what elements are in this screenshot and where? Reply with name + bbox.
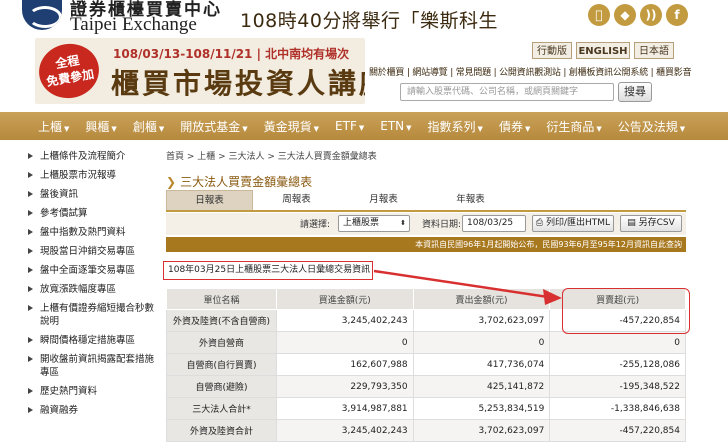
history-notice[interactable]: 本資訊自民國96年1月起開始公布，民國93年6月至95年12月資訊自此查詢 xyxy=(166,237,686,252)
sidebar-item[interactable]: 上櫃有價證券縮短撮合秒數說明 xyxy=(28,302,160,328)
table-row: 外資及陸資合計 3,245,402,243 3,702,623,097 -457… xyxy=(166,419,686,442)
buy-amount: 0 xyxy=(275,331,414,354)
date-input[interactable]: 108/03/25 xyxy=(462,215,526,232)
nav-bonds[interactable]: 債券 ▼ xyxy=(499,118,530,135)
sidebar-item[interactable]: 瞬間價格穩定措施專區 xyxy=(28,334,160,347)
mobile-version-link[interactable]: 行動版 xyxy=(532,42,572,59)
breadcrumb[interactable]: 首頁 > 上櫃 > 三大法人 > 三大法人買賣金額彙總表 xyxy=(166,149,377,162)
sidebar-item[interactable]: 開收盤前資訊揭露配套措施專區 xyxy=(28,353,160,379)
nav-derivatives[interactable]: 衍生商品 ▼ xyxy=(546,118,601,135)
sidebar-item[interactable]: 盤後資訊 xyxy=(28,188,160,201)
nav-regulations[interactable]: 公告及法規 ▼ xyxy=(618,118,685,135)
news-marquee[interactable]: 108時40分將舉行「樂斯科生 xyxy=(240,6,498,33)
tab-yearly[interactable]: 年報表 xyxy=(427,190,514,210)
sidebar-item[interactable]: 上櫃條件及流程簡介 xyxy=(28,150,160,163)
tab-monthly[interactable]: 月報表 xyxy=(340,190,427,210)
row-name: 三大法人合計* xyxy=(166,397,277,420)
english-link[interactable]: ENGLISH xyxy=(576,42,630,59)
row-name: 外資及陸資合計 xyxy=(166,419,277,442)
save-csv-button[interactable]: ▤ 另存CSV xyxy=(620,215,682,232)
market-select[interactable]: 上櫃股票 ⬍ xyxy=(338,215,410,232)
sidebar-item[interactable]: 融資融券 xyxy=(28,404,160,417)
sidebar-item[interactable]: 放寬漲跌幅度專區 xyxy=(28,283,160,296)
nav-etf[interactable]: ETF ▼ xyxy=(335,119,364,133)
net-highlight-box xyxy=(562,288,690,334)
date-label: 資料日期: xyxy=(422,220,462,230)
net-amount: -457,220,854 xyxy=(549,419,686,442)
facebook-icon[interactable]: f xyxy=(666,4,688,26)
table-row: 三大法人合計* 3,914,987,881 5,253,834,519 -1,3… xyxy=(166,397,686,420)
table-row: 自營商(避險) 229,793,350 425,141,872 -195,348… xyxy=(166,375,686,398)
sidebar-item[interactable]: 歷史熱門資料 xyxy=(28,385,160,398)
site-header: 證券櫃檯買賣中心 Taipei Exchange 108時40分將舉行「樂斯科生… xyxy=(0,0,728,110)
promo-banner[interactable]: 全程 免費參加 108/03/13-108/11/21 | 北中南均有場次 櫃買市… xyxy=(35,38,365,104)
report-info: 108年03月25日上櫃股票三大法人日彙總交易資訊 xyxy=(163,261,373,280)
logo-english[interactable]: Taipei Exchange xyxy=(70,14,197,36)
print-export-button[interactable]: ⎙ 列印/匯出HTML xyxy=(532,215,614,232)
col-header[interactable]: 賣出金額(元) xyxy=(412,288,551,310)
report-tabs: 日報表 周報表 月報表 年報表 xyxy=(166,190,686,212)
banner-title: 櫃買市場投資人講座 xyxy=(111,67,365,100)
logo-icon[interactable] xyxy=(22,0,62,30)
sidebar-item[interactable]: 參考價試算 xyxy=(28,207,160,220)
search-input[interactable]: 請輸入股票代碼、公司名稱，或網頁關鍵字 xyxy=(400,83,614,101)
sidebar-item[interactable]: 盤中指數及熱門資料 xyxy=(28,226,160,239)
chevron-down-icon: ⬍ xyxy=(400,219,406,227)
nav-etn[interactable]: ETN ▼ xyxy=(380,119,411,133)
rss-icon[interactable]: )) xyxy=(640,4,662,26)
page-title: ❯ 三大法人買賣金額彙總表 xyxy=(166,175,313,189)
buy-amount: 3,245,402,243 xyxy=(275,419,414,442)
android-icon[interactable]: ◆ xyxy=(614,4,636,26)
japanese-link[interactable]: 日本語 xyxy=(634,42,674,59)
main-nav: 上櫃 ▼ 興櫃 ▼ 創櫃 ▼ 開放式基金 ▼ 黃金現貨 ▼ ETF ▼ ETN ▼ 指數系列 ▼… xyxy=(0,112,728,140)
tab-weekly[interactable]: 周報表 xyxy=(253,190,340,210)
sidebar: 上櫃條件及流程簡介 上櫃股票市況報導 盤後資訊 參考價試算 盤中指數及熱門資料 … xyxy=(28,150,160,423)
row-name: 自營商(避險) xyxy=(166,375,277,398)
apple-icon[interactable]:  xyxy=(588,4,610,26)
sidebar-item[interactable]: 現股當日沖銷交易專區 xyxy=(28,245,160,258)
buy-amount: 162,607,988 xyxy=(275,353,414,376)
row-name: 自營商(自行買賣) xyxy=(166,353,277,376)
nav-gold[interactable]: 黃金現貨 ▼ xyxy=(264,118,319,135)
net-amount: 0 xyxy=(549,331,686,354)
table-row: 自營商(自行買賣) 162,607,988 417,736,074 -255,1… xyxy=(166,353,686,376)
query-controls: 請選擇: 上櫃股票 ⬍ 資料日期: 108/03/25 ⎙ 列印/匯出HTML ▤… xyxy=(166,213,686,235)
sell-amount: 3,702,623,097 xyxy=(412,309,551,332)
buy-amount: 3,914,987,881 xyxy=(275,397,414,420)
table-row: 外資自營商 0 0 0 xyxy=(166,331,686,354)
col-header[interactable]: 單位名稱 xyxy=(166,288,277,310)
select-label: 請選擇: xyxy=(300,220,331,230)
buy-amount: 3,245,402,243 xyxy=(275,309,414,332)
row-name: 外資自營商 xyxy=(166,331,277,354)
search-button[interactable]: 搜尋 xyxy=(618,82,652,102)
nav-index[interactable]: 指數系列 ▼ xyxy=(428,118,483,135)
net-amount: -1,338,846,638 xyxy=(549,397,686,420)
sell-amount: 5,253,834,519 xyxy=(412,397,551,420)
net-amount: -195,348,522 xyxy=(549,375,686,398)
print-icon: ⎙ xyxy=(535,218,546,228)
top-links[interactable]: 關於櫃買 | 網站導覽 | 常見問題 | 公開資訊觀測站 | 創櫃板資訊公開系統… xyxy=(369,65,692,78)
chevron-right-icon: ❯ xyxy=(166,175,177,189)
sidebar-item[interactable]: 上櫃股票市況報導 xyxy=(28,169,160,182)
row-name: 外資及陸資(不含自營商) xyxy=(166,309,277,332)
nav-emerging[interactable]: 興櫃 ▼ xyxy=(85,118,116,135)
nav-gisa[interactable]: 創櫃 ▼ xyxy=(133,118,164,135)
free-badge: 全程 免費參加 xyxy=(35,39,104,103)
banner-dates: 108/03/13-108/11/21 | 北中南均有場次 xyxy=(113,47,350,61)
nav-funds[interactable]: 開放式基金 ▼ xyxy=(180,118,247,135)
nav-otc[interactable]: 上櫃 ▼ xyxy=(38,118,69,135)
sell-amount: 3,702,623,097 xyxy=(412,419,551,442)
col-header[interactable]: 買進金額(元) xyxy=(275,288,414,310)
sidebar-item[interactable]: 盤中全面逐筆交易專區 xyxy=(28,264,160,277)
net-amount: -255,128,086 xyxy=(549,353,686,376)
sell-amount: 417,736,074 xyxy=(412,353,551,376)
sell-amount: 425,141,872 xyxy=(412,375,551,398)
tab-daily[interactable]: 日報表 xyxy=(166,190,253,210)
file-icon: ▤ xyxy=(627,218,639,228)
buy-amount: 229,793,350 xyxy=(275,375,414,398)
sell-amount: 0 xyxy=(412,331,551,354)
